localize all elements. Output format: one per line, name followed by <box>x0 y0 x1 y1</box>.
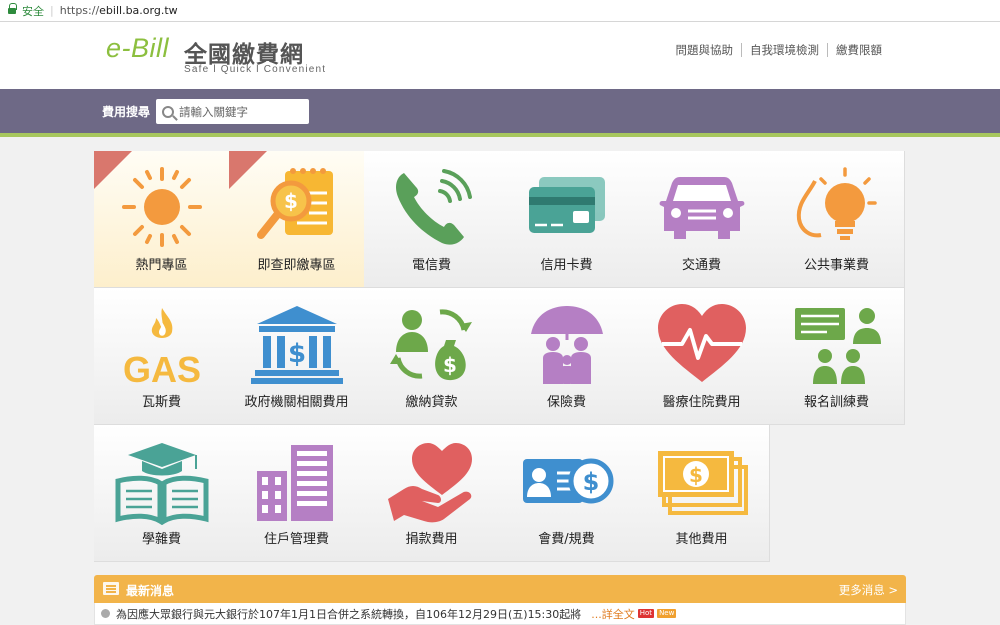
new-badge: New <box>657 609 677 618</box>
loan-moneybag-icon: $ <box>390 309 472 381</box>
environment-check-link[interactable]: 自我環境檢測 <box>741 43 827 57</box>
logo-slogan: Safe l Quick l Convenient <box>184 64 327 75</box>
svg-text:$: $ <box>288 339 306 369</box>
graduation-book-icon <box>115 443 209 525</box>
category-tile-medical[interactable]: 醫療住院費用 <box>634 288 770 425</box>
sun-icon <box>122 167 202 247</box>
browser-address-bar[interactable]: 安全 | https://ebill.ba.org.tw <box>0 0 1000 22</box>
hot-badge: Hot <box>637 609 655 618</box>
secure-label: 安全 <box>22 4 44 18</box>
url-scheme: https:// <box>59 4 100 17</box>
category-label: 會費/規費 <box>538 532 595 547</box>
news-panel: 最新消息 更多消息 > 為因應大眾銀行與元大銀行於107年1月1日合併之系統轉換… <box>94 575 906 625</box>
heart-pulse-icon <box>658 304 746 382</box>
help-link[interactable]: 問題與協助 <box>668 43 742 57</box>
news-item[interactable]: 為因應大眾銀行與元大銀行於107年1月1日合併之系統轉換，自106年12月29日… <box>94 603 906 625</box>
gas-flame-icon: GAS <box>123 308 201 388</box>
svg-text:$: $ <box>284 189 298 213</box>
news-item-text[interactable]: 為因應大眾銀行與元大銀行於107年1月1日合併之系統轉換，自106年12月29日… <box>116 606 581 622</box>
category-label: 報名訓練費 <box>803 395 869 410</box>
bullet-icon <box>101 609 110 618</box>
presentation-people-icon <box>795 308 881 384</box>
category-label: 即查即繳專區 <box>257 258 336 273</box>
category-tile-utilities[interactable]: 公共事業費 <box>769 151 905 288</box>
category-tile-loan[interactable]: $ 繳納貸款 <box>364 288 500 425</box>
category-label: 保險費 <box>546 395 586 410</box>
category-label: 政府機關相關費用 <box>244 395 349 410</box>
category-label: 信用卡費 <box>540 258 593 273</box>
category-tile-transportation[interactable]: 交通費 <box>634 151 770 288</box>
category-label: 瓦斯費 <box>141 395 181 410</box>
newspaper-icon <box>103 582 119 595</box>
category-label: 電信費 <box>411 258 451 273</box>
credit-card-icon <box>529 177 605 233</box>
category-label: 其他費用 <box>675 532 728 547</box>
category-tile-training[interactable]: 報名訓練費 <box>769 288 905 425</box>
lock-icon <box>8 3 17 15</box>
category-label: 捐款費用 <box>405 532 458 547</box>
more-news-link[interactable]: 更多消息 > <box>839 582 898 598</box>
hand-heart-icon <box>388 443 472 523</box>
category-tile-credit-card[interactable]: 信用卡費 <box>499 151 635 288</box>
logo-mark: e-Bill <box>106 33 170 63</box>
category-tile-donation[interactable]: 捐款費用 <box>364 425 500 562</box>
search-box[interactable] <box>156 99 309 124</box>
category-tile-other[interactable]: $ 其他費用 <box>634 425 770 562</box>
family-umbrella-icon <box>531 306 603 384</box>
url-text[interactable]: https://ebill.ba.org.tw <box>60 4 178 17</box>
banknotes-icon: $ <box>658 451 748 515</box>
read-more-link[interactable]: ...詳全文 <box>591 606 635 622</box>
category-tile-government[interactable]: $ 政府機關相關費用 <box>229 288 365 425</box>
search-band: 費用搜尋 <box>0 89 1000 137</box>
apartment-icon <box>257 445 333 521</box>
bulb-drop-icon <box>796 167 877 240</box>
category-tile-telecom[interactable]: 電信費 <box>364 151 500 288</box>
search-input[interactable] <box>179 104 304 119</box>
site-header: e-Bill 全國繳費網 Safe l Quick l Convenient 問… <box>0 22 1000 89</box>
svg-text:$: $ <box>443 353 457 377</box>
category-label: 公共事業費 <box>803 258 869 273</box>
url-host: ebill.ba.org.tw <box>99 4 178 17</box>
category-label: 醫療住院費用 <box>662 395 741 410</box>
svg-text:GAS: GAS <box>123 349 201 388</box>
search-label: 費用搜尋 <box>102 105 151 119</box>
news-header: 最新消息 更多消息 > <box>94 575 906 603</box>
id-card-dollar-icon: $ <box>523 458 614 504</box>
payment-limit-link[interactable]: 繳費限額 <box>827 43 890 57</box>
category-label: 交通費 <box>681 258 721 273</box>
category-tile-management-fee[interactable]: 住戶管理費 <box>229 425 365 562</box>
category-label: 熱門專區 <box>135 258 188 273</box>
category-label: 繳納貸款 <box>405 395 458 410</box>
category-tile-membership-fee[interactable]: $ 會費/規費 <box>499 425 635 562</box>
search-icon[interactable] <box>162 105 174 118</box>
car-icon <box>659 177 745 239</box>
phone-icon <box>396 169 472 245</box>
category-tile-tuition[interactable]: 學雜費 <box>94 425 230 562</box>
category-label: 住戶管理費 <box>263 532 329 547</box>
category-tile-gas[interactable]: GAS 瓦斯費 <box>94 288 230 425</box>
band-accent-line <box>0 133 1000 137</box>
svg-text:$: $ <box>689 463 703 487</box>
news-title: 最新消息 <box>126 584 175 598</box>
category-tile-instant-pay[interactable]: $ 即查即繳專區 <box>229 151 365 288</box>
category-tile-hot[interactable]: 熱門專區 <box>94 151 230 288</box>
svg-text:$: $ <box>583 468 600 496</box>
category-tile-insurance[interactable]: 保險費 <box>499 288 635 425</box>
government-building-icon: $ <box>251 306 343 384</box>
category-label: 學雜費 <box>141 532 181 547</box>
address-separator: | <box>50 4 54 17</box>
top-links: 問題與協助 自我環境檢測 繳費限額 <box>668 43 891 57</box>
magnifier-bill-icon: $ <box>257 168 333 239</box>
